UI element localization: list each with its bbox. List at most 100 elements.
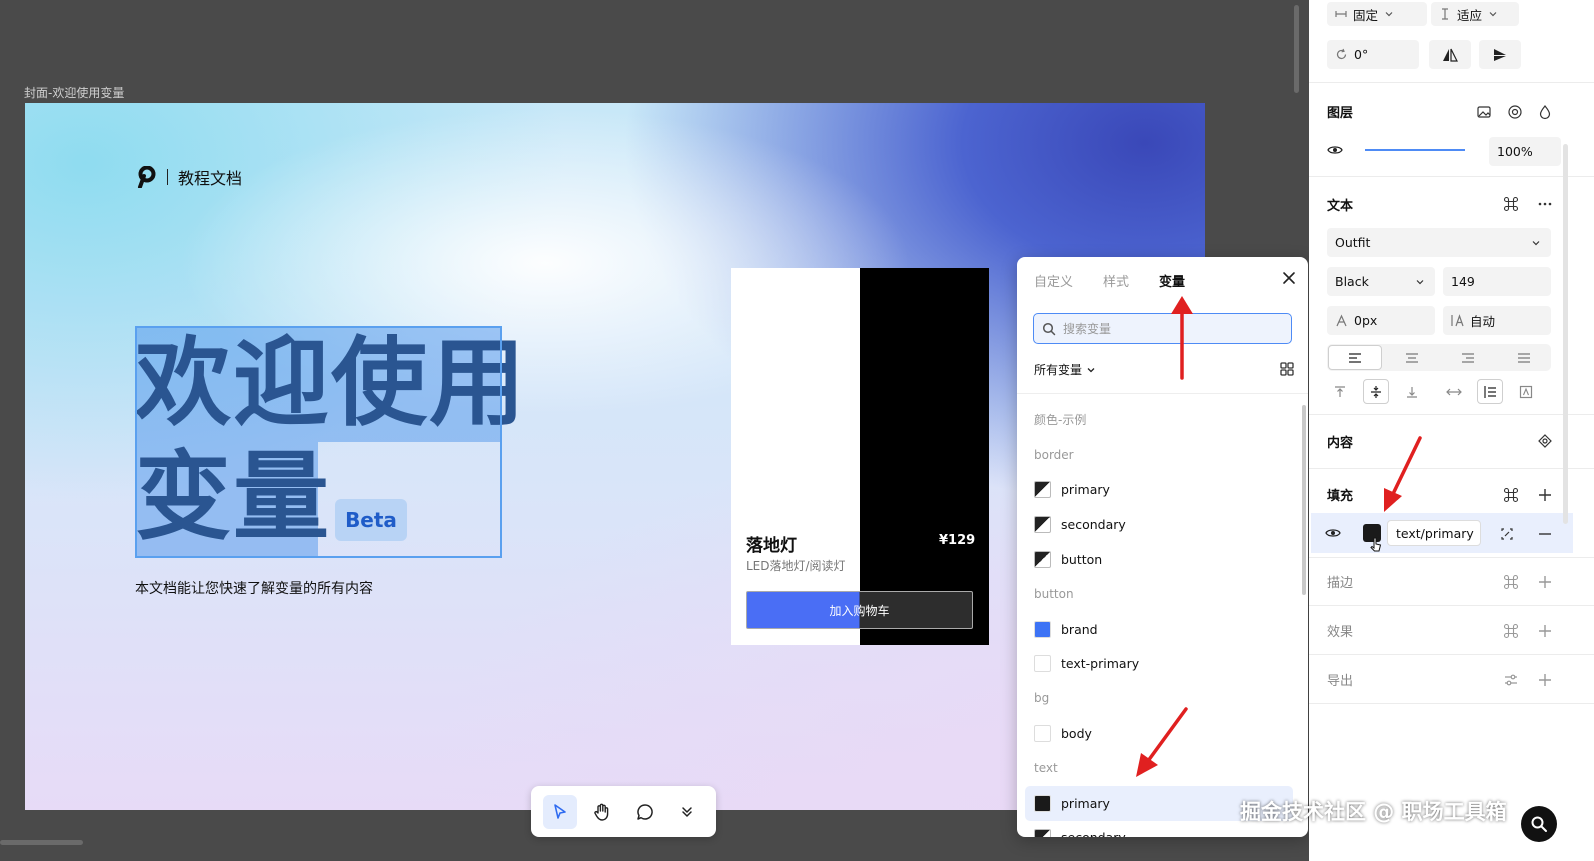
align-middle-button[interactable] [1363, 379, 1389, 404]
add-to-cart-button[interactable]: 加入购物车 [746, 591, 973, 629]
fill-variable-chip[interactable]: text/primary [1387, 520, 1481, 546]
drop-icon[interactable] [1537, 104, 1553, 120]
grid-view-icon[interactable] [1280, 362, 1294, 376]
eye-icon[interactable] [1327, 142, 1343, 158]
variable-list-scrollbar[interactable] [1302, 405, 1306, 595]
section-divider [1309, 468, 1594, 469]
font-family-value: Outfit [1335, 235, 1371, 250]
line-height-field[interactable]: 自动 [1443, 306, 1551, 335]
opacity-slider[interactable] [1365, 149, 1465, 151]
width-mode-select[interactable]: 固定 [1327, 2, 1427, 26]
text-align-group [1327, 344, 1551, 371]
target-icon[interactable] [1537, 433, 1553, 449]
height-icon [1442, 8, 1448, 20]
color-swatch [1034, 620, 1051, 638]
settings-sliders-icon[interactable] [1503, 672, 1519, 688]
close-icon[interactable] [1280, 269, 1298, 287]
product-card-light[interactable] [731, 268, 860, 645]
remove-fill-icon[interactable] [1537, 526, 1553, 542]
auto-width-button[interactable] [1441, 379, 1467, 404]
select-tool-button[interactable] [543, 794, 578, 829]
align-top-button[interactable] [1327, 379, 1353, 404]
add-effect-icon[interactable] [1537, 623, 1553, 639]
flip-vertical-button[interactable] [1479, 40, 1521, 69]
height-mode-select[interactable]: 适应 [1431, 2, 1519, 26]
variable-label: button [1061, 552, 1103, 568]
align-bottom-button[interactable] [1399, 379, 1425, 404]
line-height-icon [1451, 314, 1464, 327]
canvas-horizontal-scrollbar[interactable] [0, 840, 83, 845]
font-size-value: 149 [1451, 274, 1475, 289]
cover-subtitle[interactable]: 本文档能让您快速了解变量的所有内容 [135, 578, 373, 598]
watermark: 掘金技术社区 @ 职场工具箱 [1240, 800, 1507, 824]
comment-tool-button[interactable] [628, 795, 662, 829]
align-center-button[interactable] [1386, 345, 1438, 370]
color-swatch [1034, 655, 1051, 673]
align-right-button[interactable] [1442, 345, 1494, 370]
text-selection-box[interactable] [135, 326, 502, 558]
rotate-icon [1336, 48, 1347, 60]
text-section-title: 文本 [1327, 199, 1354, 214]
add-fill-icon[interactable] [1537, 487, 1553, 503]
variable-label: secondary [1061, 517, 1126, 533]
variable-item[interactable]: secondary [1025, 507, 1293, 542]
canvas-vertical-scrollbar[interactable] [1294, 5, 1299, 93]
opacity-field[interactable]: 100% [1489, 137, 1561, 166]
height-mode-value: 适应 [1457, 7, 1483, 23]
align-justify-button[interactable] [1498, 345, 1550, 370]
font-weight-select[interactable]: Black [1327, 267, 1435, 296]
color-swatch [1034, 725, 1051, 743]
variable-label: primary [1061, 482, 1110, 498]
hand-tool-button[interactable] [585, 795, 619, 829]
variable-item[interactable]: primary [1025, 473, 1293, 508]
variable-item[interactable]: button [1025, 542, 1293, 577]
annotation-arrow-down-left [1136, 707, 1188, 777]
image-layer-icon[interactable] [1476, 104, 1492, 120]
product-price[interactable]: ¥129 [939, 533, 975, 548]
letter-spacing-field[interactable]: 0px [1327, 306, 1435, 335]
blend-mode-icon[interactable] [1507, 104, 1523, 120]
frame-label[interactable]: 封面-欢迎使用变量 [24, 84, 124, 101]
beta-badge[interactable]: Beta [335, 499, 407, 541]
product-name[interactable]: 落地灯 [746, 531, 797, 556]
variable-label: body [1061, 726, 1092, 742]
tab-custom[interactable]: 自定义 [1034, 271, 1073, 290]
auto-height-icon [1484, 385, 1496, 398]
variable-item[interactable]: brand [1025, 612, 1293, 647]
letter-spacing-icon [1336, 314, 1347, 327]
variable-filter-dropdown[interactable]: 所有变量 [1034, 361, 1096, 378]
more-tools-button[interactable] [670, 795, 704, 829]
align-left-button[interactable] [1328, 345, 1382, 370]
section-divider [1309, 176, 1594, 177]
component-icon[interactable] [1503, 623, 1519, 639]
vertical-align-group [1327, 379, 1539, 404]
eye-icon[interactable] [1325, 525, 1341, 541]
variable-group-header: border [1034, 447, 1074, 462]
auto-height-button[interactable] [1477, 379, 1503, 404]
font-size-field[interactable]: 149 [1443, 267, 1551, 296]
chevron-double-down-icon [682, 806, 692, 817]
popover-divider [1017, 393, 1308, 394]
add-stroke-icon[interactable] [1537, 574, 1553, 590]
component-icon[interactable] [1503, 574, 1519, 590]
detach-variable-icon[interactable] [1499, 526, 1515, 542]
product-description[interactable]: LED落地灯/阅读灯 [746, 557, 846, 574]
font-family-select[interactable]: Outfit [1327, 228, 1551, 257]
add-export-icon[interactable] [1537, 672, 1553, 688]
product-card-dark[interactable] [860, 268, 989, 645]
variable-search-box[interactable] [1033, 313, 1292, 344]
floating-search-button[interactable] [1521, 806, 1557, 842]
fixed-size-button[interactable] [1513, 379, 1539, 404]
properties-panel: 固定 适应 0° 图层 100% 文本 Outfit Black 149 0px… [1309, 0, 1594, 861]
rotation-field[interactable]: 0° [1327, 40, 1419, 69]
align-left-icon [1349, 352, 1361, 363]
panel-scrollbar[interactable] [1563, 144, 1568, 524]
more-options-icon[interactable] [1537, 196, 1553, 212]
variable-item[interactable]: text-primary [1025, 647, 1293, 682]
component-icon[interactable] [1503, 196, 1519, 212]
color-swatch [1034, 481, 1051, 499]
component-icon[interactable] [1503, 487, 1519, 503]
tab-variables[interactable]: 变量 [1159, 271, 1185, 290]
flip-horizontal-button[interactable] [1429, 40, 1471, 69]
tab-styles[interactable]: 样式 [1103, 271, 1129, 290]
